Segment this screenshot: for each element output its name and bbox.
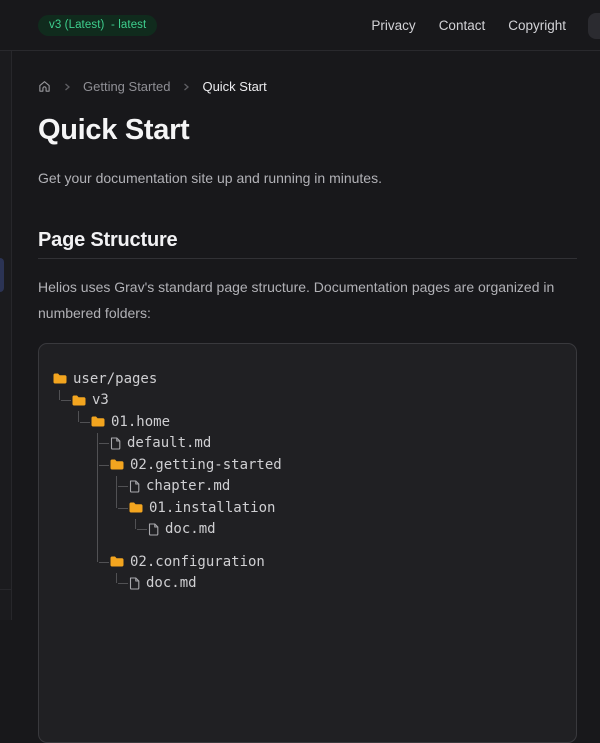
tree-row: 01.installation — [53, 497, 562, 519]
tree-row: 02.configuration — [53, 551, 562, 573]
tree-node-label: default.md — [127, 435, 212, 452]
tree-branch — [91, 551, 110, 573]
tree-branch — [72, 411, 91, 433]
tree-branch — [91, 454, 110, 476]
section-divider — [38, 258, 577, 259]
tree-row: chapter.md — [53, 475, 562, 498]
version-badge[interactable]: v3 (Latest) - latest — [38, 14, 158, 36]
tree-trunk — [91, 475, 110, 498]
tree-branch — [91, 432, 110, 455]
tree-branch — [110, 475, 129, 498]
intro-text: Get your documentation site up and runni… — [38, 170, 382, 186]
folder-icon — [110, 556, 124, 567]
tree-trunk — [91, 518, 110, 541]
tree-row: user/pages — [53, 368, 562, 390]
home-icon[interactable] — [38, 80, 51, 93]
tree-node-label: 01.installation — [149, 499, 276, 516]
nav-link-privacy[interactable]: Privacy — [371, 18, 415, 33]
tree-trunk — [91, 540, 110, 551]
section-heading: Page Structure — [38, 229, 178, 251]
main-content: Getting Started Quick Start Quick Start … — [12, 79, 600, 743]
nav-link-copyright[interactable]: Copyright — [508, 18, 566, 33]
tree-node-label: 01.home — [111, 413, 171, 430]
chevron-right-icon — [62, 82, 72, 92]
tree-row: default.md — [53, 432, 562, 455]
folder-icon — [110, 459, 124, 470]
tree-row: v3 — [53, 389, 562, 412]
tree-row: 02.getting-started — [53, 454, 562, 476]
tree-row-spacer — [53, 540, 562, 551]
tree-row: doc.md — [53, 572, 562, 595]
file-icon — [129, 480, 140, 493]
tree-branch — [129, 518, 148, 541]
folder-icon — [91, 416, 105, 427]
tree-node-label: v3 — [92, 392, 109, 409]
section-body-text: Helios uses Grav's standard page structu… — [38, 279, 555, 321]
folder-icon — [53, 373, 67, 384]
breadcrumb: Getting Started Quick Start — [38, 79, 577, 94]
active-item-marker — [0, 258, 4, 292]
chevron-right-icon — [181, 82, 191, 92]
tree-node-label: user/pages — [73, 370, 158, 387]
tree-trunk — [91, 497, 110, 519]
file-icon — [129, 577, 140, 590]
tree-row: 01.home — [53, 411, 562, 433]
tree-row: doc.md — [53, 518, 562, 541]
rail-divider — [0, 589, 11, 590]
top-bar: v3 (Latest) - latest Privacy Contact Cop… — [0, 0, 600, 51]
tree-node-label: 02.getting-started — [130, 456, 282, 473]
tree-node-label: doc.md — [165, 521, 216, 538]
tree-node-label: doc.md — [146, 575, 197, 592]
folder-icon — [72, 395, 86, 406]
breadcrumb-item-getting-started[interactable]: Getting Started — [83, 79, 170, 94]
folder-icon — [129, 502, 143, 513]
tree-node-label: 02.configuration — [130, 553, 265, 570]
nav-link-contact[interactable]: Contact — [439, 18, 486, 33]
file-tree-code-block: user/pages v3 01.home default.md 02.gett… — [38, 343, 577, 743]
tree-branch — [110, 572, 129, 595]
file-icon — [148, 523, 159, 536]
topbar-corner-button[interactable] — [588, 13, 600, 39]
top-nav: Privacy Contact Copyright — [371, 18, 566, 33]
tree-node-label: chapter.md — [146, 478, 231, 495]
tree-branch — [110, 497, 129, 519]
tree-branch — [53, 389, 72, 412]
breadcrumb-current: Quick Start — [202, 79, 267, 94]
page-title: Quick Start — [38, 114, 190, 146]
sidebar-rail[interactable] — [0, 51, 12, 620]
file-icon — [110, 437, 121, 450]
